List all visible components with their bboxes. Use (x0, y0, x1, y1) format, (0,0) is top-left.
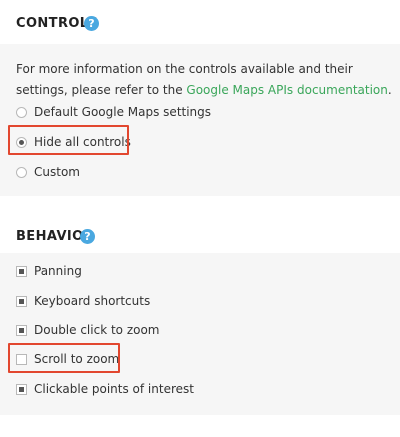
option-label: Panning (34, 264, 82, 278)
behavior-panel: Panning Keyboard shortcuts Double click … (0, 253, 400, 415)
highlight-box-scroll-to-zoom (8, 343, 120, 373)
controls-panel: For more information on the controls ava… (0, 44, 400, 196)
checkbox-panning[interactable]: Panning (16, 261, 82, 281)
checkbox-checked[interactable] (16, 383, 27, 395)
checkbox-keyboard-shortcuts[interactable]: Keyboard shortcuts (16, 291, 150, 311)
option-label: Double click to zoom (34, 323, 160, 337)
controls-header: CONTROLS ? (0, 0, 400, 44)
controls-description: For more information on the controls ava… (16, 62, 392, 97)
behavior-help-icon[interactable]: ? (80, 229, 95, 244)
radio-custom[interactable]: Custom (16, 162, 80, 182)
controls-help-icon[interactable]: ? (84, 16, 99, 31)
option-label: Default Google Maps settings (34, 105, 212, 119)
radio-button[interactable] (16, 106, 27, 118)
option-label: Custom (34, 165, 80, 179)
checkbox-checked[interactable] (16, 324, 27, 336)
google-maps-docs-link[interactable]: Google Maps APIs documentation (186, 83, 387, 97)
highlight-box-hide-all-controls (8, 125, 129, 155)
checkbox-checked[interactable] (16, 265, 27, 277)
radio-default-google-maps-settings[interactable]: Default Google Maps settings (16, 102, 211, 122)
checkbox-clickable-points-of-interest[interactable]: Clickable points of interest (16, 379, 194, 399)
option-label: Keyboard shortcuts (34, 294, 151, 308)
radio-button[interactable] (16, 166, 27, 178)
checkbox-double-click-to-zoom[interactable]: Double click to zoom (16, 320, 160, 340)
checkbox-checked[interactable] (16, 295, 27, 307)
option-label: Clickable points of interest (34, 382, 194, 396)
